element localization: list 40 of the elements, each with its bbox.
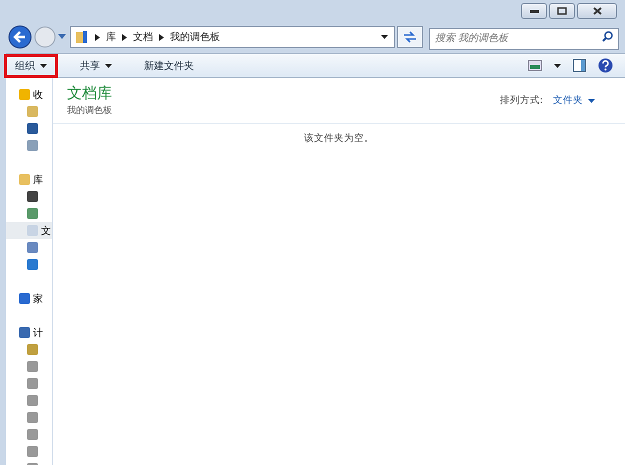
refresh-icon bbox=[403, 31, 417, 43]
toolbar-button[interactable]: 新建文件夹 bbox=[134, 54, 204, 76]
caret-icon bbox=[105, 64, 112, 68]
refresh-button[interactable] bbox=[397, 26, 423, 48]
sidebar-item[interactable]: 计 bbox=[6, 324, 52, 341]
sidebar-item[interactable]: 收 bbox=[6, 86, 52, 103]
breadcrumb-arrow-icon bbox=[95, 34, 100, 40]
close-button[interactable] bbox=[577, 3, 617, 19]
caret-icon bbox=[40, 64, 47, 68]
empty-folder-message: 该文件夹为空。 bbox=[304, 132, 374, 145]
breadcrumb-arrow-icon bbox=[159, 34, 164, 40]
library-title: 文档库 bbox=[67, 84, 112, 103]
breadcrumb[interactable]: 我的调色板 bbox=[170, 30, 220, 44]
sidebar-item[interactable]: 家 bbox=[6, 290, 52, 307]
minimize-icon bbox=[530, 9, 538, 13]
search-icon bbox=[602, 31, 613, 42]
toolbar-button[interactable]: 共享 bbox=[70, 54, 122, 76]
caret-icon[interactable] bbox=[554, 64, 561, 68]
breadcrumb[interactable]: 文档 bbox=[133, 30, 153, 44]
minimize-button[interactable] bbox=[521, 3, 547, 19]
back-button[interactable] bbox=[8, 25, 32, 49]
breadcrumb-arrow-icon bbox=[122, 34, 127, 40]
address-bar[interactable]: 库 文档 我的调色板 bbox=[70, 26, 395, 48]
folder-subtitle: 我的调色板 bbox=[67, 104, 112, 117]
arrange-by-dropdown[interactable]: 文件夹 bbox=[553, 94, 595, 107]
close-icon bbox=[592, 7, 602, 15]
dropdown-icon[interactable] bbox=[381, 35, 388, 39]
preview-pane-icon[interactable] bbox=[573, 59, 586, 72]
sidebar-item[interactable]: 文 bbox=[6, 222, 52, 239]
history-dropdown-icon[interactable] bbox=[58, 34, 66, 40]
breadcrumb[interactable]: 库 bbox=[106, 30, 116, 44]
sidebar-item[interactable]: 库 bbox=[6, 171, 52, 188]
caret-icon bbox=[588, 98, 595, 102]
view-icon[interactable] bbox=[528, 60, 542, 71]
maximize-button[interactable] bbox=[549, 3, 575, 19]
help-icon[interactable] bbox=[598, 58, 613, 73]
maximize-icon bbox=[557, 7, 567, 15]
search-field[interactable]: 搜索 我的调色板 bbox=[429, 28, 619, 50]
toolbar-button[interactable]: 组织 bbox=[4, 54, 58, 78]
arrange-by-label: 排列方式: bbox=[500, 94, 543, 107]
